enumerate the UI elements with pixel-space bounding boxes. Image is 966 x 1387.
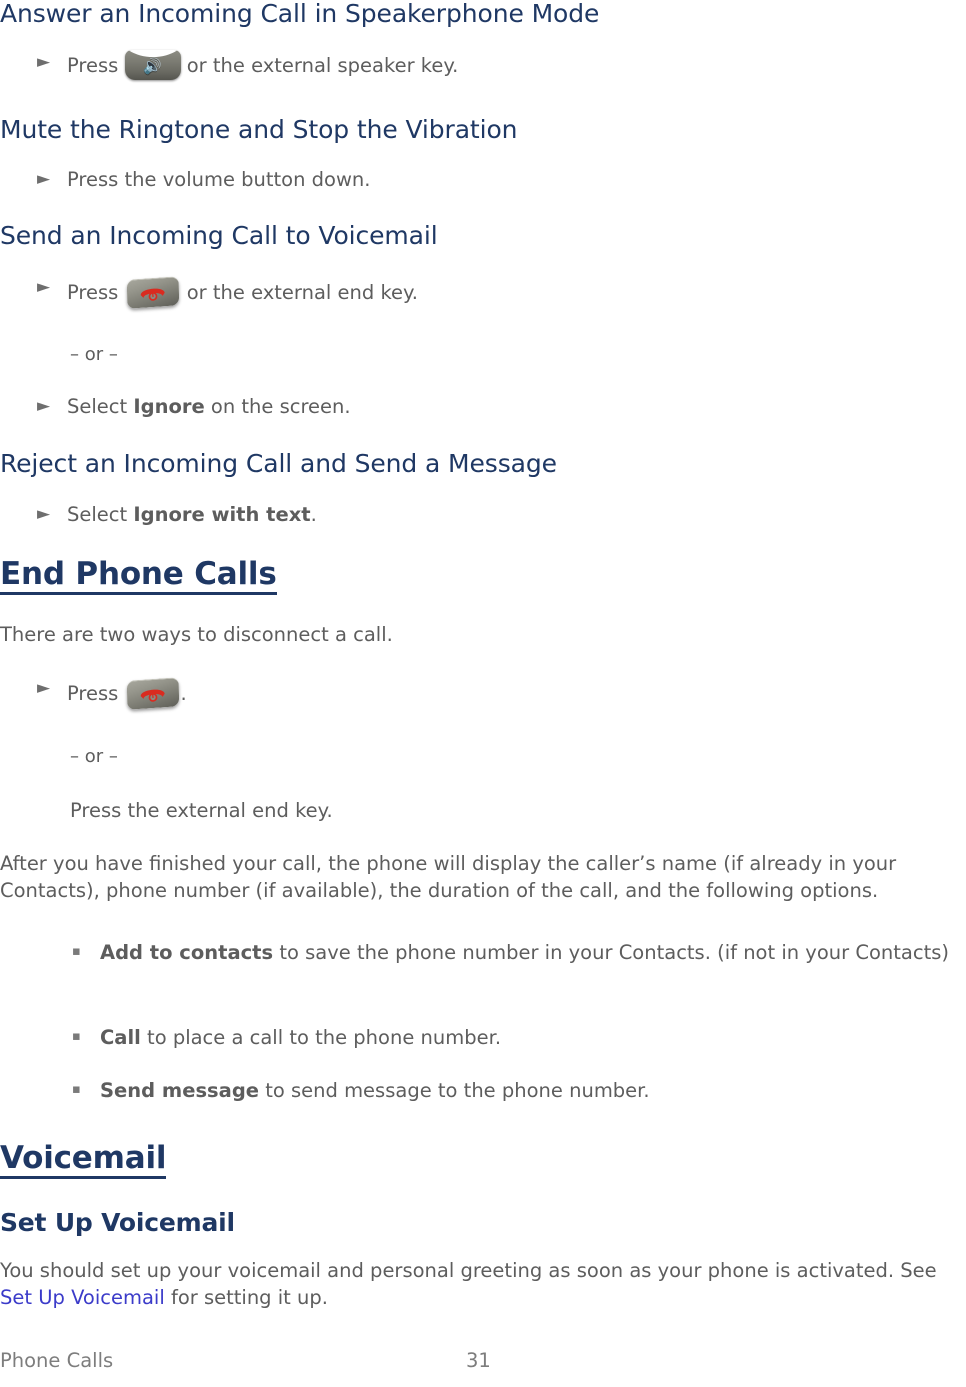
- footer-page-number: 31: [466, 1349, 491, 1372]
- heading-voicemail: Voicemail: [0, 1141, 166, 1180]
- end-call-handset-icon: [123, 681, 182, 714]
- section-answer-speakerphone: Answer an Incoming Call in Speakerphone …: [0, 0, 966, 28]
- ui-label-ignore: Ignore: [133, 395, 205, 418]
- section-send-to-voicemail: Send an Incoming Call to Voicemail: [0, 222, 966, 250]
- bullet-text: Press or the external end key.: [67, 275, 917, 309]
- bullet-text-post: or the external speaker key.: [180, 54, 459, 77]
- bullet-press-end-key: ► Press .: [37, 676, 917, 710]
- bullet-select-ignore-with-text: ► Select Ignore with text.: [37, 502, 917, 529]
- list-item-call: ▪ Call to place a call to the phone numb…: [72, 1025, 952, 1052]
- section-mute-ringtone: Mute the Ringtone and Stop the Vibration: [0, 116, 966, 144]
- paragraph-after-call-options: After you have finished your call, the p…: [0, 852, 897, 902]
- heading-answer-speakerphone: Answer an Incoming Call in Speakerphone …: [0, 0, 600, 28]
- heading-reject-send-message: Reject an Incoming Call and Send a Messa…: [0, 449, 557, 478]
- triangle-bullet-icon: ►: [37, 678, 51, 698]
- or-separator-voicemail: – or –: [70, 344, 118, 365]
- paragraph-voicemail-setup: You should set up your voicemail and per…: [0, 1258, 966, 1312]
- section-reject-send-message: Reject an Incoming Call and Send a Messa…: [0, 450, 966, 478]
- paragraph-disconnect-intro: There are two ways to disconnect a call.: [0, 623, 393, 646]
- list-item-description: to save the phone number in your Contact…: [273, 941, 949, 964]
- ui-label-call: Call: [100, 1026, 141, 1049]
- heading-end-phone-calls-wrap: End Phone Calls: [0, 557, 277, 596]
- footer-chapter-label: Phone Calls: [0, 1349, 114, 1372]
- bullet-text-pre: Select: [67, 395, 134, 418]
- bullet-text-post: on the screen.: [204, 395, 351, 418]
- list-item-description: to send message to the phone number.: [259, 1079, 650, 1102]
- paragraph-text-after-link: for setting it up.: [164, 1285, 328, 1309]
- heading-set-up-voicemail: Set Up Voicemail: [0, 1208, 235, 1237]
- link-set-up-voicemail[interactable]: Set Up Voicemail: [0, 1286, 165, 1309]
- page-footer: Phone Calls 31: [0, 1349, 966, 1379]
- list-item-add-to-contacts: ▪ Add to contacts to save the phone numb…: [72, 940, 952, 967]
- square-bullet-icon: ▪: [72, 1029, 81, 1044]
- end-key-icon: [125, 676, 181, 710]
- triangle-bullet-icon: ►: [37, 396, 51, 416]
- list-item-text: Call to place a call to the phone number…: [100, 1025, 952, 1052]
- triangle-bullet-icon: ►: [37, 169, 51, 189]
- list-item-text: Add to contacts to save the phone number…: [100, 940, 952, 967]
- bullet-select-ignore: ► Select Ignore on the screen.: [37, 394, 917, 421]
- list-item-description: to place a call to the phone number.: [140, 1026, 502, 1049]
- ui-label-ignore-with-text: Ignore with text: [133, 503, 311, 526]
- bullet-text-pre: Press: [67, 281, 125, 304]
- ui-label-send-message: Send message: [100, 1079, 259, 1102]
- bullet-text-pre: Select: [67, 503, 134, 526]
- bullet-text: Select Ignore on the screen.: [67, 394, 917, 421]
- speaker-key-notch: [124, 50, 181, 57]
- bullet-text: Select Ignore with text.: [67, 502, 917, 529]
- triangle-bullet-icon: ►: [37, 504, 51, 524]
- heading-mute-ringtone: Mute the Ringtone and Stop the Vibration: [0, 115, 518, 144]
- speaker-key-icon: 🔊: [124, 50, 181, 80]
- heading-voicemail-wrap: Voicemail: [0, 1141, 166, 1180]
- bullet-press-speaker-key: ► Press 🔊 or the external speaker key.: [37, 50, 917, 80]
- speaker-glyph-icon: 🔊: [143, 57, 162, 75]
- list-item-text: Send message to send message to the phon…: [100, 1078, 952, 1105]
- document-page: Answer an Incoming Call in Speakerphone …: [0, 0, 966, 1387]
- or-separator-end-call: – or –: [70, 746, 118, 767]
- ui-label-add-to-contacts: Add to contacts: [100, 941, 274, 964]
- triangle-bullet-icon: ►: [37, 52, 51, 72]
- heading-end-phone-calls: End Phone Calls: [0, 557, 277, 596]
- bullet-press-volume-down: ► Press the volume button down.: [37, 167, 917, 194]
- list-item-send-message: ▪ Send message to send message to the ph…: [72, 1078, 952, 1105]
- square-bullet-icon: ▪: [72, 944, 81, 959]
- bullet-text-pre: Press: [67, 682, 125, 705]
- paragraph-text-before-link: You should set up your voicemail and per…: [0, 1259, 937, 1282]
- text-press-external-end-key: Press the external end key.: [70, 799, 333, 822]
- bullet-text-post: or the external end key.: [180, 281, 418, 304]
- bullet-text-post: .: [310, 503, 317, 526]
- bullet-text: Press .: [67, 676, 917, 710]
- end-key-icon: [125, 275, 181, 309]
- bullet-text: Press 🔊 or the external speaker key.: [67, 50, 917, 80]
- end-call-handset-icon: [123, 280, 182, 313]
- bullet-text-pre: Press: [67, 54, 125, 77]
- bullet-press-end-key-voicemail: ► Press or the external end key.: [37, 275, 917, 309]
- square-bullet-icon: ▪: [72, 1082, 81, 1097]
- heading-send-to-voicemail: Send an Incoming Call to Voicemail: [0, 221, 438, 250]
- bullet-text: Press the volume button down.: [67, 168, 371, 191]
- triangle-bullet-icon: ►: [37, 277, 51, 297]
